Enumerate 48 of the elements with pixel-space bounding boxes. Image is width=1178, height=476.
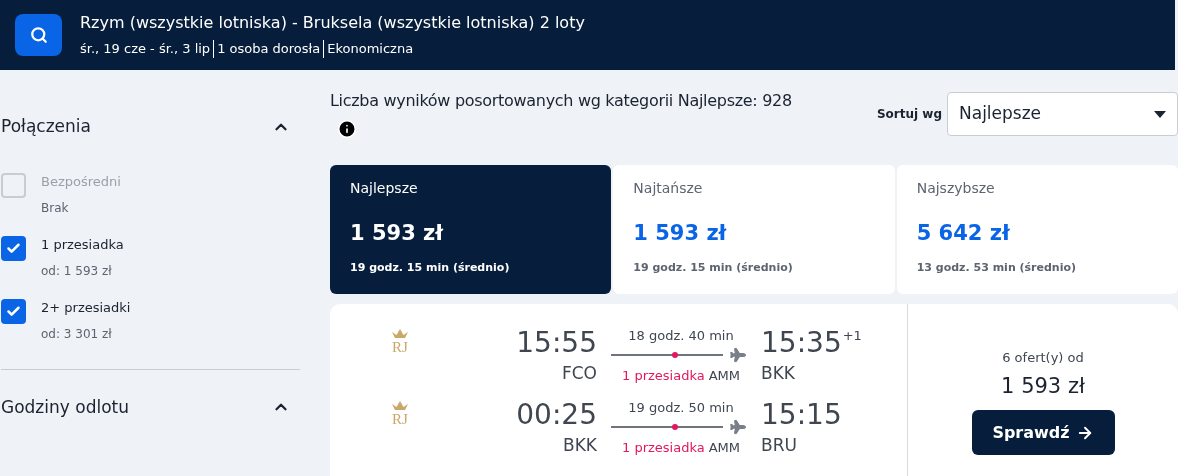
departure-time: 15:55 [516, 326, 597, 360]
filter-option-price: Brak [41, 199, 70, 217]
via-airport: AMM [708, 368, 740, 384]
arrival-airport: BKK [761, 362, 795, 384]
arrival-airport: BRU [761, 434, 797, 456]
route-title: Rzym (wszystkie lotniska) - Bruksela (wszystkie lotniska) 2 loty [80, 12, 585, 34]
airline-logo: RJ [392, 412, 408, 427]
sort-tab[interactable]: Najtańsze 1 593 zł 19 godz. 15 min (średnio) [613, 165, 895, 294]
checkbox[interactable] [1, 298, 26, 324]
sort-tab[interactable]: Najszybsze 5 642 zł 13 godz. 53 min (średnio) [896, 165, 1178, 294]
offers-count: 6 ofert(y) od [1002, 349, 1084, 367]
offer-price: 1 593 zł [1001, 372, 1085, 400]
filter-option-label: 2+ przesiadki [41, 298, 131, 317]
search-icon [29, 26, 48, 44]
crown-icon [391, 328, 409, 340]
search-button[interactable] [15, 14, 62, 56]
check-icon [6, 240, 21, 256]
dropdown-caret-icon [1154, 110, 1166, 118]
filter-option-label: 1 przesiadka [41, 235, 124, 254]
sort-dropdown[interactable]: Najlepsze [947, 92, 1178, 136]
departure-time: 00:25 [516, 398, 597, 432]
sort-label: Sortuj wg [876, 106, 942, 123]
filter-option-price: od: 3 301 zł [41, 325, 113, 343]
checkbox[interactable] [1, 235, 26, 261]
filter-section-title: Godziny odlotu [1, 395, 129, 419]
stops-label: 1 przesiadka [622, 440, 705, 456]
check-button[interactable]: Sprawdź [971, 410, 1115, 455]
airline-logo: RJ [392, 340, 408, 355]
filter-option-price: od: 1 593 zł [41, 262, 113, 280]
stops-label: 1 przesiadka [622, 368, 705, 384]
trip-detail: 1 osoba dorosła [213, 40, 321, 58]
departure-airport: FCO [561, 362, 597, 384]
arrival-time: 15:35 [761, 326, 842, 360]
day-offset: +1 [842, 327, 862, 345]
departure-airport: BKK [563, 434, 597, 456]
results-summary: Liczba wyników posortowanych wg kategorii Najlepsze: 928 [330, 90, 792, 112]
check-icon [6, 303, 21, 319]
via-airport: AMM [708, 440, 740, 456]
trip-detail: śr., 19 cze - śr., 3 lip [80, 40, 211, 58]
crown-icon [391, 400, 409, 412]
arrival-time: 15:15 [761, 398, 842, 432]
trip-detail: Ekonomiczna [323, 40, 414, 58]
filter-option-label: Bezpośredni [41, 172, 121, 191]
filter-section-title: Połączenia [1, 115, 91, 138]
flight-duration: 19 godz. 50 min [628, 400, 734, 416]
sort-tab[interactable]: Najlepsze 1 593 zł 19 godz. 15 min (średnio) [330, 165, 612, 294]
info-icon [337, 119, 357, 139]
flight-duration: 18 godz. 40 min [628, 328, 734, 344]
